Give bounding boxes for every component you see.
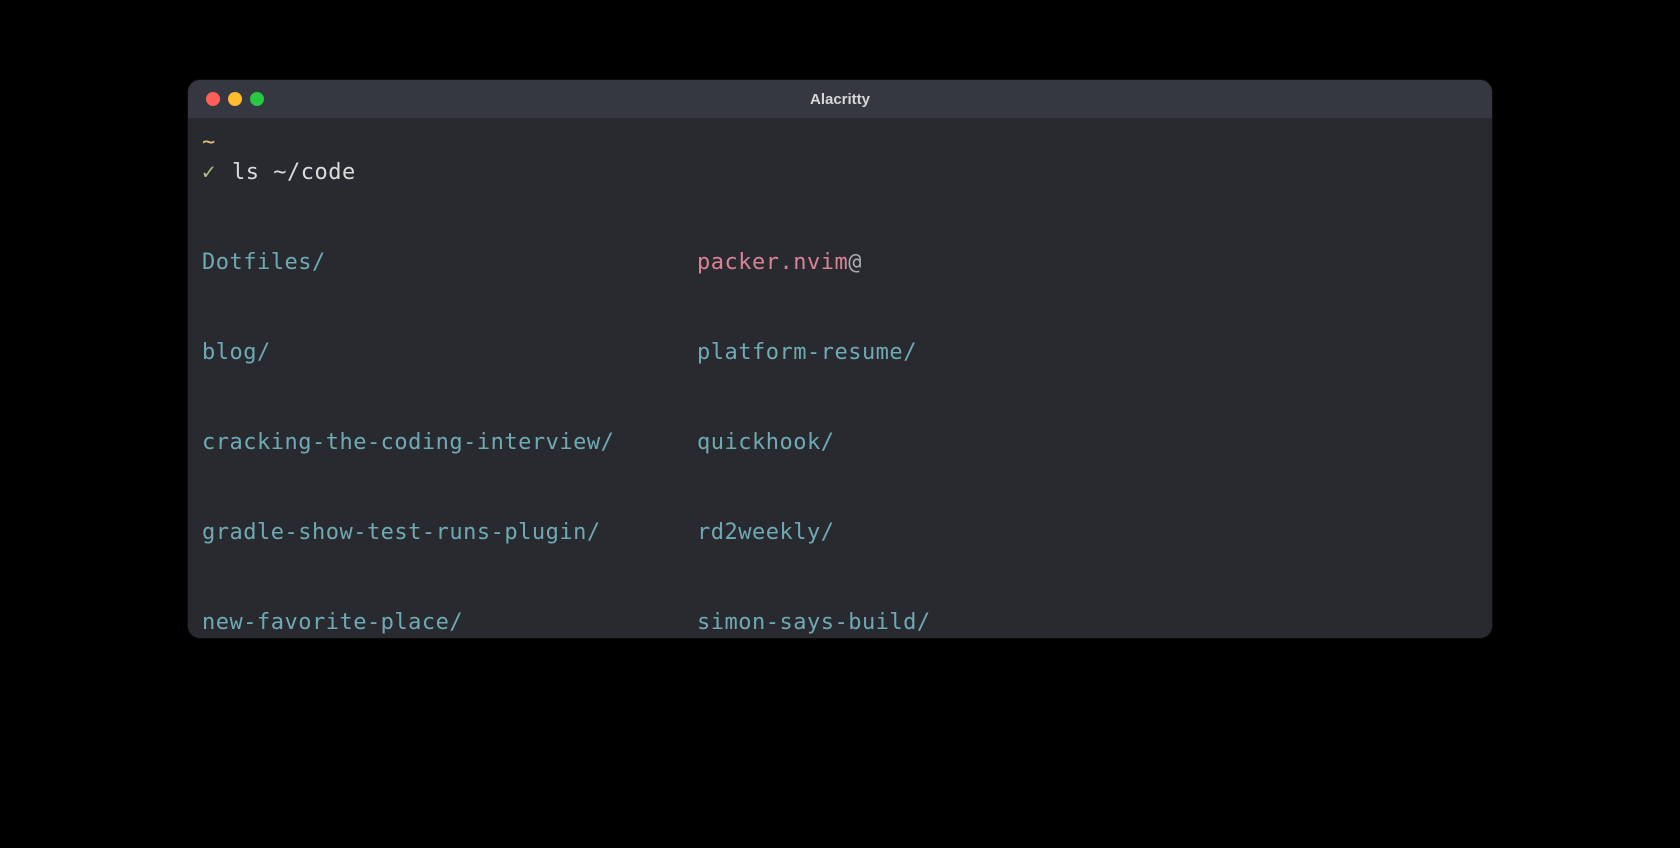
terminal-body[interactable]: ~ ✓ls ~/code Dotfiles/ blog/ cracking-th… — [188, 118, 1492, 638]
check-icon: ✓ — [202, 158, 232, 188]
traffic-lights — [188, 92, 264, 106]
list-item: Dotfiles/ — [202, 248, 697, 278]
symlink-entry: packer.nvim — [697, 248, 848, 278]
list-item: new-favorite-place/ — [202, 608, 697, 638]
ls-column-1: Dotfiles/ blog/ cracking-the-coding-inte… — [202, 188, 697, 638]
ls-column-2: packer.nvim@ platform-resume/ quickhook/… — [697, 188, 931, 638]
symlink-suffix: @ — [848, 248, 862, 278]
maximize-button[interactable] — [250, 92, 264, 106]
list-item: gradle-show-test-runs-plugin/ — [202, 518, 697, 548]
terminal-window: Alacritty ~ ✓ls ~/code Dotfiles/ blog/ c… — [188, 80, 1492, 638]
prompt-line-cwd: ~ — [202, 128, 1478, 158]
window-title: Alacritty — [810, 91, 870, 108]
dir-entry: cracking-the-coding-interview/ — [202, 428, 614, 458]
titlebar: Alacritty — [188, 80, 1492, 118]
dir-entry: Dotfiles/ — [202, 248, 326, 278]
command-text: ls ~/code — [232, 158, 356, 188]
dir-entry: rd2weekly/ — [697, 518, 834, 548]
dir-entry: gradle-show-test-runs-plugin/ — [202, 518, 601, 548]
list-item: rd2weekly/ — [697, 518, 931, 548]
list-item: cracking-the-coding-interview/ — [202, 428, 697, 458]
ls-output: Dotfiles/ blog/ cracking-the-coding-inte… — [202, 188, 1478, 638]
dir-entry: platform-resume/ — [697, 338, 917, 368]
list-item: platform-resume/ — [697, 338, 931, 368]
list-item: quickhook/ — [697, 428, 931, 458]
minimize-button[interactable] — [228, 92, 242, 106]
list-item: packer.nvim@ — [697, 248, 931, 278]
dir-entry: blog/ — [202, 338, 271, 368]
list-item: simon-says-build/ — [697, 608, 931, 638]
dir-entry: new-favorite-place/ — [202, 608, 463, 638]
dir-entry: simon-says-build/ — [697, 608, 931, 638]
close-button[interactable] — [206, 92, 220, 106]
prompt-cwd: ~ — [202, 128, 216, 158]
list-item: blog/ — [202, 338, 697, 368]
prompt-line-command: ✓ls ~/code — [202, 158, 1478, 188]
dir-entry: quickhook/ — [697, 428, 834, 458]
